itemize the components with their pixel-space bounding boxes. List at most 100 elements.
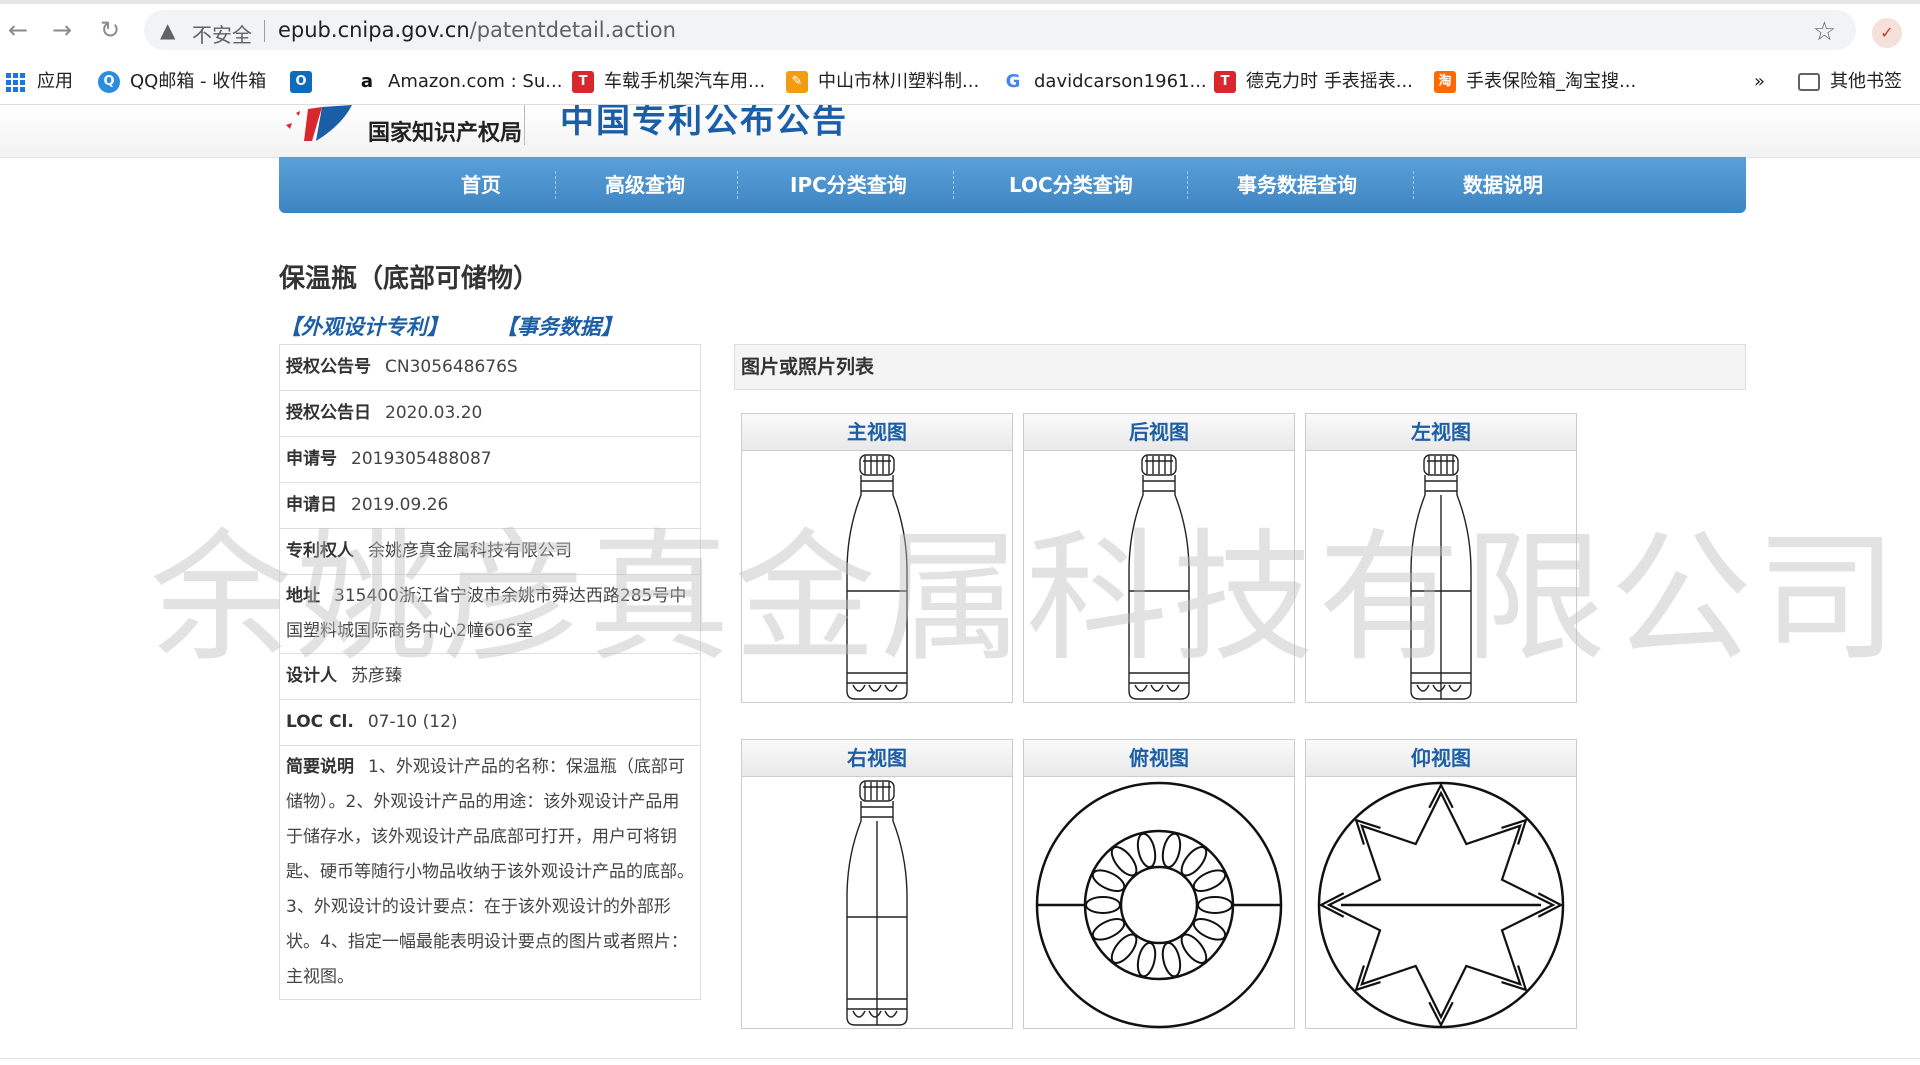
bookmark-label: 车载手机架汽车用... bbox=[604, 71, 766, 92]
nav-transaction-search[interactable]: 事务数据查询 bbox=[1237, 157, 1357, 213]
bottle-right-drawing[interactable] bbox=[817, 777, 937, 1029]
org-name: 国家知识产权局 bbox=[368, 120, 523, 146]
view-card-front[interactable]: 主视图 bbox=[741, 413, 1013, 703]
patent-info-table: 授权公告号 CN305648676S 授权公告日 2020.03.20 申请号 201… bbox=[279, 344, 701, 1000]
forward-icon[interactable]: → bbox=[48, 16, 76, 44]
bottle-top-drawing[interactable] bbox=[1029, 777, 1289, 1029]
apps-grid-icon bbox=[6, 72, 25, 92]
bookmark-label: 中山市林川塑料制... bbox=[818, 71, 980, 92]
address-separator bbox=[264, 20, 265, 42]
cnipa-logo-icon[interactable] bbox=[282, 105, 372, 143]
nav-divider bbox=[737, 171, 738, 199]
info-row-application-number: 申请号 2019305488087 bbox=[280, 437, 700, 483]
bookmark-star-icon[interactable]: ☆ bbox=[1813, 17, 1836, 47]
amazon-icon: a bbox=[356, 71, 378, 93]
other-bookmarks[interactable]: 其他书签 bbox=[1798, 68, 1902, 96]
transaction-data-link[interactable]: 【事务数据】 bbox=[496, 311, 622, 341]
field-key: LOC Cl. bbox=[286, 712, 354, 732]
bookmark-outlook[interactable]: O bbox=[290, 68, 322, 96]
bottle-back-drawing[interactable] bbox=[1099, 451, 1219, 703]
view-caption: 左视图 bbox=[1306, 414, 1576, 451]
bookmark-taobao[interactable]: 淘手表保险箱_淘宝搜... bbox=[1434, 68, 1636, 96]
security-label[interactable]: 不安全 bbox=[192, 19, 252, 48]
warning-icon[interactable]: ▲ bbox=[160, 18, 175, 42]
field-key: 授权公告日 bbox=[286, 403, 371, 423]
bookmark-label: davidcarson1961... bbox=[1034, 71, 1207, 92]
field-value: 07-10 (12) bbox=[367, 712, 458, 732]
bookmark-label: QQ邮箱 - 收件箱 bbox=[130, 71, 267, 92]
view-card-left[interactable]: 左视图 bbox=[1305, 413, 1577, 703]
field-key: 设计人 bbox=[286, 666, 337, 686]
info-row-designer: 设计人 苏彦臻 bbox=[280, 654, 700, 700]
nav-loc-search[interactable]: LOC分类查询 bbox=[1009, 157, 1133, 213]
bookmark-qq-mail[interactable]: Q QQ邮箱 - 收件箱 bbox=[98, 68, 266, 96]
main-nav: 首页 高级查询 IPC分类查询 LOC分类查询 事务数据查询 数据说明 bbox=[279, 157, 1746, 213]
bottle-front-drawing[interactable] bbox=[817, 451, 937, 703]
outlook-icon: O bbox=[290, 71, 312, 93]
taobao-icon: 淘 bbox=[1434, 71, 1456, 93]
bookmark-label: 德克力时 手表摇表... bbox=[1246, 71, 1413, 92]
info-row-brief-description: 简要说明 1、外观设计产品的名称：保温瓶（底部可储物）。2、外观设计产品的用途：该… bbox=[280, 746, 700, 999]
bookmark-apps[interactable]: 应用 bbox=[6, 68, 73, 96]
bookmark-google[interactable]: Gdavidcarson1961... bbox=[1002, 68, 1207, 96]
tmall-icon: T bbox=[572, 71, 594, 93]
view-card-bottom[interactable]: 仰视图 bbox=[1305, 739, 1577, 1029]
reload-icon[interactable]: ↻ bbox=[96, 16, 124, 44]
nav-advanced-search[interactable]: 高级查询 bbox=[605, 157, 685, 213]
bookmark-tmall-1[interactable]: T 车载手机架汽车用... bbox=[572, 68, 765, 96]
nav-data-description[interactable]: 数据说明 bbox=[1463, 157, 1543, 213]
bookmark-tmall-2[interactable]: T 德克力时 手表摇表... bbox=[1214, 68, 1413, 96]
nav-divider bbox=[953, 171, 954, 199]
info-row-address: 地址 315400浙江省宁波市余姚市舜达西路285号中国塑料城国际商务中心2幢60… bbox=[280, 575, 700, 654]
view-card-top[interactable]: 俯视图 bbox=[1023, 739, 1295, 1029]
info-row-patentee: 专利权人 余姚彦真金属科技有限公司 bbox=[280, 529, 700, 575]
bookmark-label: 应用 bbox=[37, 71, 73, 92]
nav-divider bbox=[1187, 171, 1188, 199]
field-key: 授权公告号 bbox=[286, 357, 371, 377]
field-key: 申请日 bbox=[286, 495, 337, 515]
nav-divider bbox=[1413, 171, 1414, 199]
image-list-header: 图片或照片列表 bbox=[734, 344, 1746, 390]
url-path: /patentdetail.action bbox=[469, 18, 676, 42]
nav-ipc-search[interactable]: IPC分类查询 bbox=[790, 157, 907, 213]
field-value: 余姚彦真金属科技有限公司 bbox=[368, 541, 572, 561]
site-header: 国家知识产权局 中国专利公布公告 bbox=[0, 105, 1920, 158]
back-icon[interactable]: ← bbox=[4, 16, 32, 44]
info-row-grant-date: 授权公告日 2020.03.20 bbox=[280, 391, 700, 437]
bottle-left-drawing[interactable] bbox=[1381, 451, 1501, 703]
address-bar[interactable]: ▲ 不安全 epub.cnipa.gov.cn/patentdetail.act… bbox=[144, 10, 1856, 50]
bottle-bottom-drawing[interactable] bbox=[1311, 777, 1571, 1029]
view-card-back[interactable]: 后视图 bbox=[1023, 413, 1295, 703]
view-caption: 主视图 bbox=[742, 414, 1012, 451]
view-caption: 后视图 bbox=[1024, 414, 1294, 451]
field-value: 1、外观设计产品的名称：保温瓶（底部可储物）。2、外观设计产品的用途：该外观设计… bbox=[286, 757, 694, 987]
field-key: 简要说明 bbox=[286, 757, 354, 777]
url-host: epub.cnipa.gov.cn bbox=[278, 18, 470, 42]
view-card-right[interactable]: 右视图 bbox=[741, 739, 1013, 1029]
bookmark-label: Amazon.com : Su... bbox=[388, 71, 563, 92]
url-text[interactable]: epub.cnipa.gov.cn/patentdetail.action bbox=[278, 18, 676, 42]
bookmarks-overflow-button[interactable]: » bbox=[1754, 68, 1765, 96]
address-row: ← → ↻ ▲ 不安全 epub.cnipa.gov.cn/patentdeta… bbox=[0, 4, 1920, 60]
bookmarks-bar: 应用 Q QQ邮箱 - 收件箱 O a Amazon.com : Su... T 车载… bbox=[0, 60, 1920, 105]
qq-mail-icon: Q bbox=[98, 71, 120, 93]
design-patent-link[interactable]: 【外观设计专利】 bbox=[280, 311, 448, 341]
field-value: CN305648676S bbox=[385, 357, 518, 377]
extension-icon[interactable]: ✓ bbox=[1872, 18, 1902, 48]
field-key: 专利权人 bbox=[286, 541, 354, 561]
bookmark-alibaba[interactable]: ✎ 中山市林川塑料制... bbox=[786, 68, 979, 96]
view-caption: 仰视图 bbox=[1306, 740, 1576, 777]
field-key: 申请号 bbox=[286, 449, 337, 469]
tmall-icon: T bbox=[1214, 71, 1236, 93]
field-value: 2019.09.26 bbox=[351, 495, 449, 515]
google-icon: G bbox=[1002, 71, 1024, 93]
info-row-application-date: 申请日 2019.09.26 bbox=[280, 483, 700, 529]
info-row-grant-number: 授权公告号 CN305648676S bbox=[280, 345, 700, 391]
bookmark-label: 手表保险箱_淘宝搜... bbox=[1466, 71, 1637, 92]
folder-icon bbox=[1798, 73, 1820, 91]
nav-divider bbox=[555, 171, 556, 199]
bookmark-amazon[interactable]: a Amazon.com : Su... bbox=[356, 68, 562, 96]
logo-divider bbox=[524, 105, 525, 145]
nav-home[interactable]: 首页 bbox=[461, 157, 501, 213]
view-caption: 右视图 bbox=[742, 740, 1012, 777]
